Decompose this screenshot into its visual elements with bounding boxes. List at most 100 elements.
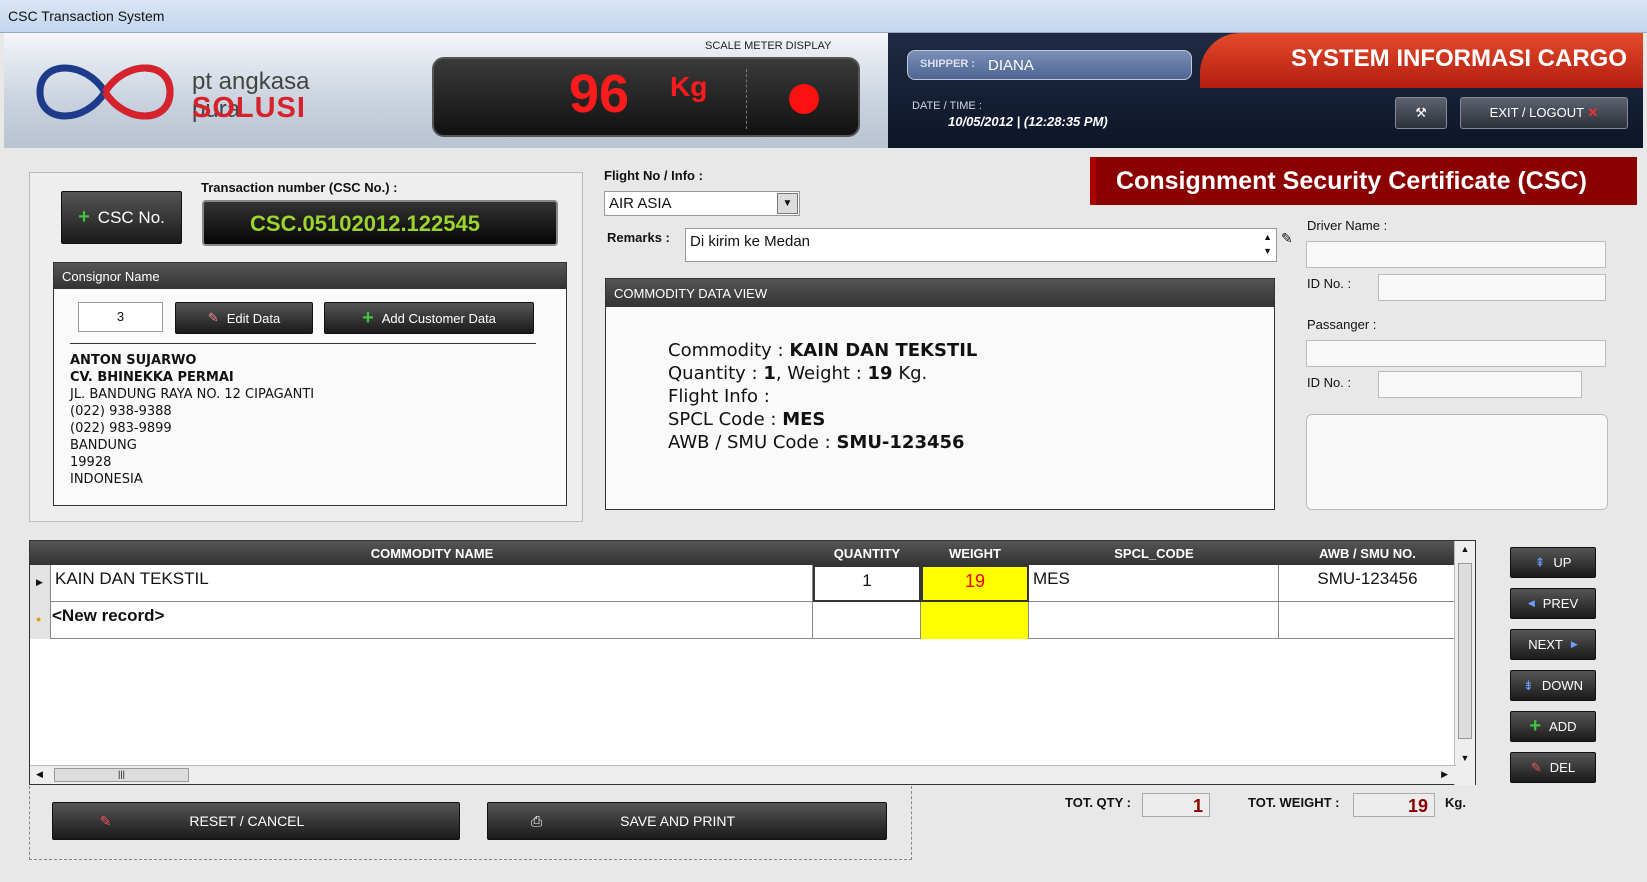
save-print-button[interactable]: ⎙ SAVE AND PRINT <box>487 802 887 840</box>
weight-label: , Weight : <box>775 363 862 384</box>
total-weight-label: TOT. WEIGHT : <box>1248 795 1340 810</box>
scroll-left-icon[interactable]: ◀ <box>36 769 43 780</box>
scale-value: 96 <box>569 64 630 124</box>
cell-commodity[interactable]: KAIN DAN TEKSTIL <box>51 565 813 602</box>
remarks-scroll-icon[interactable]: ▲ ▼ <box>1263 230 1272 258</box>
csc-no-button[interactable]: + CSC No. <box>61 191 182 244</box>
cell-quantity[interactable]: 1 <box>813 565 921 602</box>
new-record-row[interactable]: ● <New record> <box>30 602 1456 639</box>
close-icon: ✕ <box>1587 105 1599 120</box>
scroll-up-icon[interactable]: ▲ <box>1455 541 1475 554</box>
reset-cancel-button[interactable]: ✎ RESET / CANCEL <box>52 802 460 840</box>
reset-icon: ✎ <box>99 812 112 829</box>
arrow-up-icon: ⇞ <box>1534 554 1546 570</box>
consignor-id-input[interactable]: 3 <box>78 302 163 332</box>
cell-awb[interactable]: SMU-123456 <box>1279 565 1456 602</box>
system-title: SYSTEM INFORMASI CARGO <box>1290 45 1627 72</box>
arrow-down-icon: ⇟ <box>1522 677 1534 693</box>
scale-unit: Kg <box>670 71 708 102</box>
flight-info-label: Flight Info : <box>668 386 770 407</box>
passenger-input[interactable] <box>1306 340 1606 367</box>
horizontal-scrollbar[interactable]: ◀ ||| ▶ <box>30 765 1456 784</box>
total-qty-value: 1 <box>1142 793 1210 817</box>
pencil-icon[interactable]: ✎ <box>1281 230 1293 247</box>
consignor-address: JL. BANDUNG RAYA NO. 12 CIPAGANTI <box>70 387 315 402</box>
exit-logout-button[interactable]: EXIT / LOGOUT ✕ <box>1460 97 1628 129</box>
new-cell-quantity[interactable] <box>813 602 921 639</box>
next-button[interactable]: NEXT ▶ <box>1510 629 1596 660</box>
row-pointer-icon: ▶ <box>30 565 51 602</box>
add-button[interactable]: + ADD <box>1510 711 1596 742</box>
weight-value: 19 <box>867 363 893 384</box>
column-header-weight[interactable]: WEIGHT <box>921 546 1029 561</box>
shipper-value: DIANA <box>988 57 1034 74</box>
arrow-left-icon: ◀ <box>1527 598 1535 608</box>
arrow-right-icon: ▶ <box>1570 639 1578 649</box>
passenger-id-input[interactable] <box>1378 371 1582 398</box>
flight-select[interactable]: AIR ASIA ▼ <box>604 191 800 216</box>
commodity-label: Commodity : <box>668 340 784 361</box>
awb-label: AWB / SMU Code : <box>668 432 831 453</box>
column-header-quantity[interactable]: QUANTITY <box>813 546 921 561</box>
total-weight-unit: Kg. <box>1445 795 1466 810</box>
passenger-label: Passanger : <box>1307 317 1377 332</box>
scale-meter-display: 96 Kg <box>432 57 860 137</box>
save-print-label: SAVE AND PRINT <box>620 813 736 829</box>
vertical-scrollbar[interactable]: ▲ ▼ <box>1454 541 1475 785</box>
consignor-postcode: 19928 <box>70 455 112 470</box>
csc-no-label: CSC No. <box>97 207 165 227</box>
up-button[interactable]: ⇞ UP <box>1510 547 1596 578</box>
add-customer-button[interactable]: + Add Customer Data <box>324 302 534 334</box>
cell-spcl[interactable]: MES <box>1029 565 1279 602</box>
scroll-thumb-horizontal[interactable]: ||| <box>54 768 189 782</box>
new-record-icon: ● <box>30 602 51 639</box>
scroll-down-icon[interactable]: ▼ <box>1455 753 1475 763</box>
printer-icon: ⎙ <box>530 812 543 829</box>
remarks-input[interactable]: Di kirim ke Medan ▲ ▼ <box>685 228 1277 262</box>
exit-logout-label: EXIT / LOGOUT <box>1489 105 1584 120</box>
commodity-value: KAIN DAN TEKSTIL <box>789 340 978 361</box>
company-logo: pt angkasa pura SOLUSI <box>30 50 360 134</box>
scroll-thumb[interactable] <box>1458 563 1472 739</box>
shipper-label: SHIPPER : <box>920 58 976 70</box>
tools-button[interactable]: ⚒ <box>1395 97 1447 129</box>
reset-cancel-label: RESET / CANCEL <box>189 813 305 829</box>
delete-button[interactable]: ✎ DEL <box>1510 752 1596 783</box>
new-cell-awb[interactable] <box>1279 602 1456 639</box>
table-row[interactable]: ▶ KAIN DAN TEKSTIL 1 19 MES SMU-123456 <box>30 565 1456 602</box>
cell-weight[interactable]: 19 <box>921 565 1029 602</box>
total-qty-label: TOT. QTY : <box>1065 795 1131 810</box>
plus-icon: + <box>1529 715 1542 737</box>
commodity-view-text: Commodity : KAIN DAN TEKSTIL Quantity : … <box>668 339 977 454</box>
new-cell-spcl[interactable] <box>1029 602 1279 639</box>
flight-label: Flight No / Info : <box>604 168 703 183</box>
column-header-commodity[interactable]: COMMODITY NAME <box>51 546 813 561</box>
shipper-field: SHIPPER : DIANA <box>907 50 1192 80</box>
prev-button[interactable]: ◀ PREV <box>1510 588 1596 619</box>
chevron-down-icon[interactable]: ▼ <box>777 193 798 214</box>
scroll-right-icon[interactable]: ▶ <box>1441 769 1448 780</box>
down-label: DOWN <box>1541 678 1584 693</box>
passenger-id-label: ID No. : <box>1307 375 1352 390</box>
remarks-value: Di kirim ke Medan <box>690 233 811 250</box>
new-record-label[interactable]: <New record> <box>51 602 813 639</box>
plus-icon: + <box>362 306 374 329</box>
consignor-id-value: 3 <box>116 309 125 324</box>
logo-text-line2: SOLUSI <box>192 92 306 124</box>
edit-data-button[interactable]: ✎ Edit Data <box>175 302 313 334</box>
new-cell-weight[interactable] <box>921 602 1029 639</box>
spcl-label: SPCL Code : <box>668 409 777 430</box>
column-header-spcl[interactable]: SPCL_CODE <box>1029 546 1279 561</box>
quantity-label: Quantity : <box>668 363 758 384</box>
window-title: CSC Transaction System <box>8 8 165 24</box>
down-button[interactable]: ⇟ DOWN <box>1510 670 1596 701</box>
tools-icon: ⚒ <box>1415 105 1427 120</box>
driver-name-input[interactable] <box>1306 241 1606 268</box>
driver-id-input[interactable] <box>1378 274 1606 301</box>
column-header-awb[interactable]: AWB / SMU NO. <box>1279 546 1456 561</box>
photo-area <box>1306 414 1608 510</box>
awb-value: SMU-123456 <box>836 432 965 453</box>
next-label: NEXT <box>1528 637 1563 652</box>
commodity-view-header: COMMODITY DATA VIEW <box>606 279 1274 307</box>
flight-value: AIR ASIA <box>609 195 672 212</box>
